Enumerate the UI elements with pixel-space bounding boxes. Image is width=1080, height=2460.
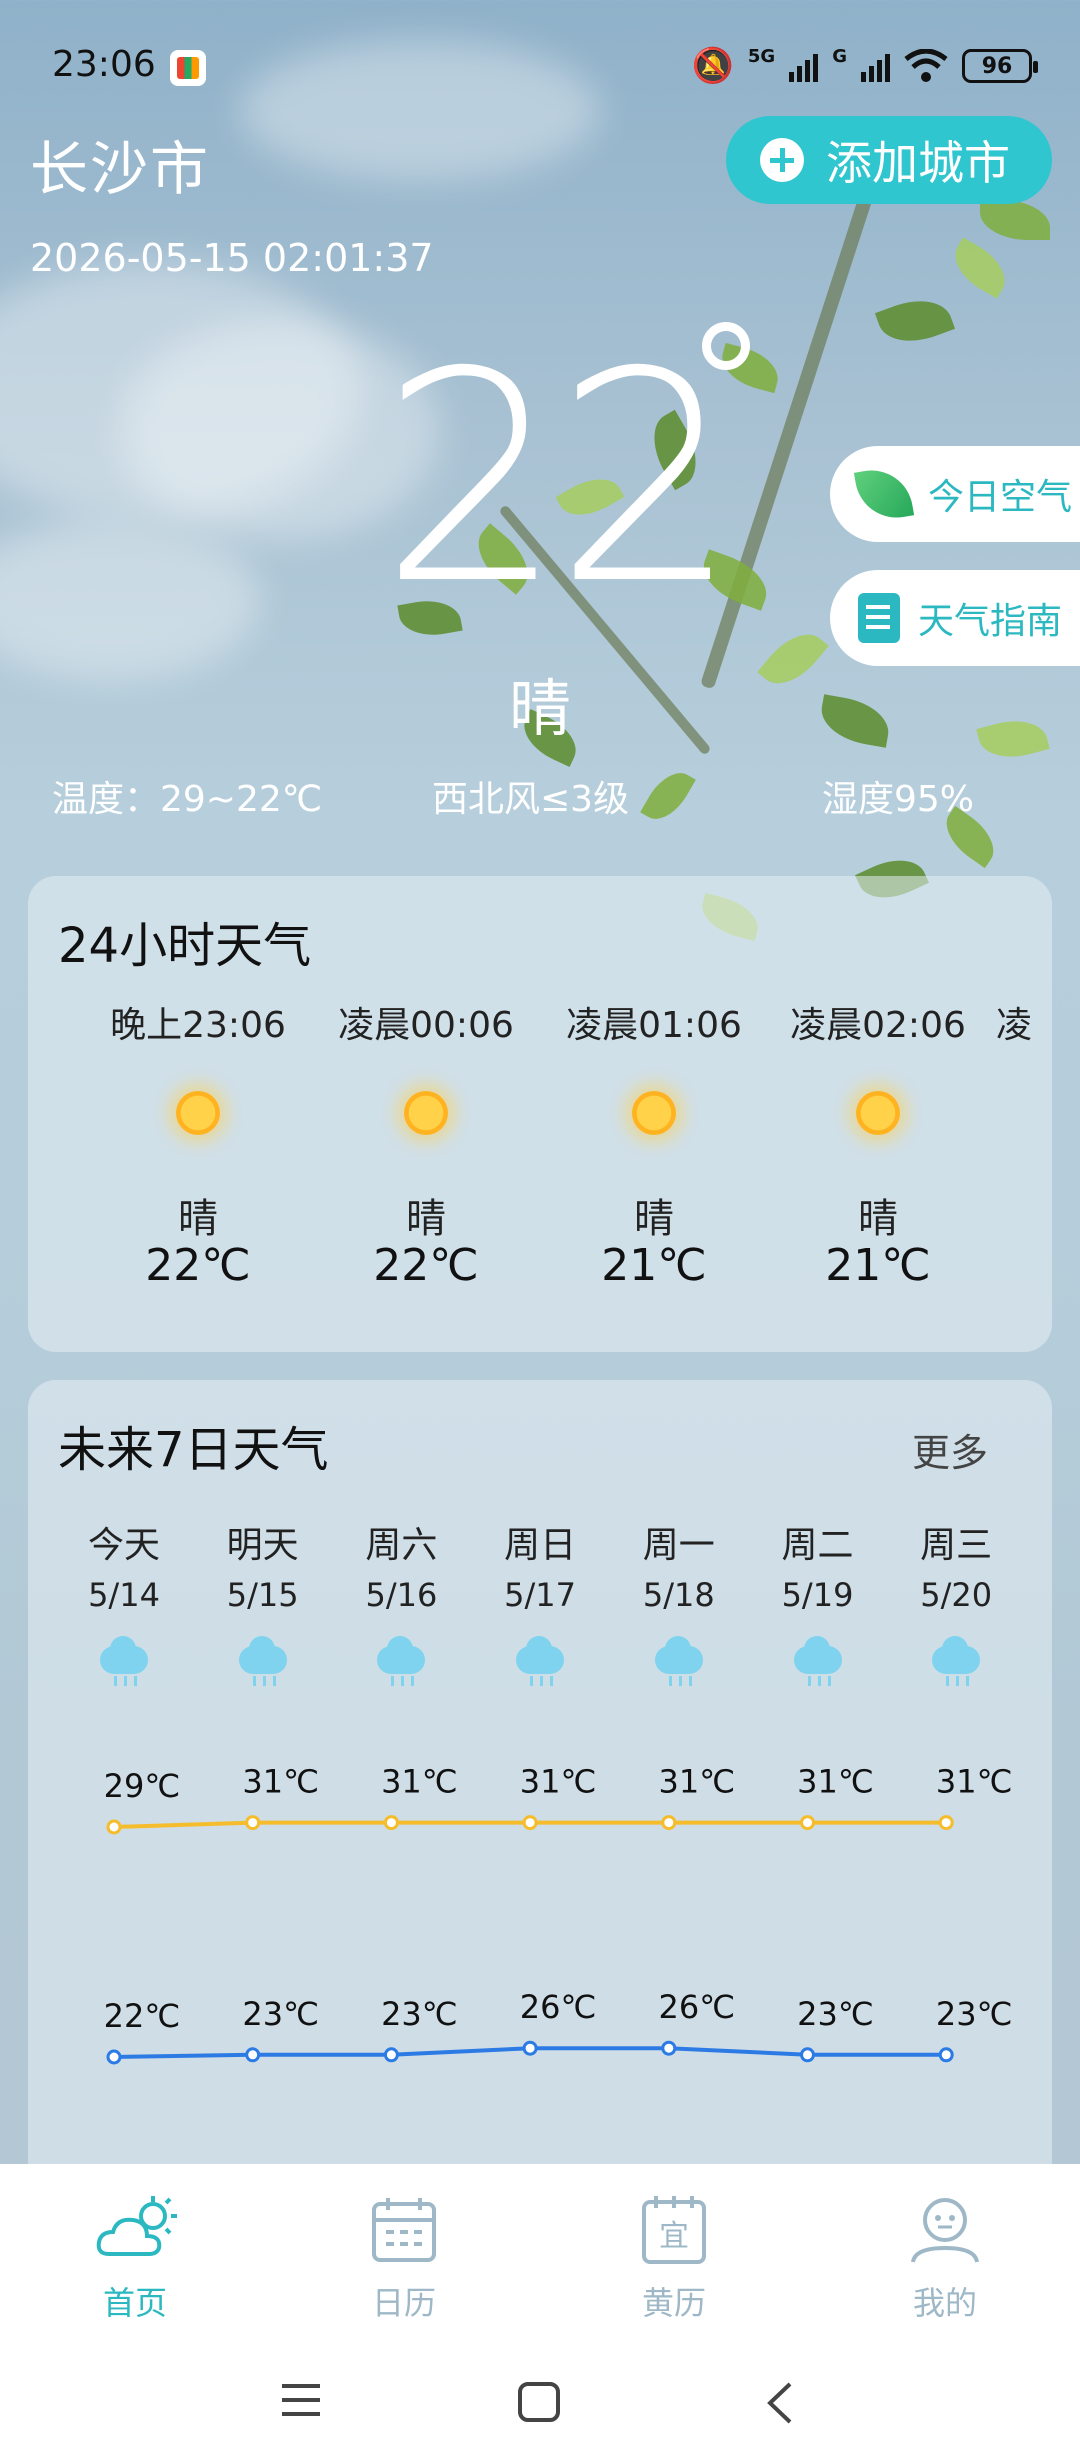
low-temp-point — [522, 2040, 538, 2056]
low-temp-point — [938, 2047, 954, 2063]
low-temp-label: 22℃ — [104, 1997, 181, 2035]
hour-time: 凌晨02:06 — [790, 1005, 966, 1046]
low-temp-point — [800, 2047, 815, 2063]
sun-icon — [632, 1091, 676, 1135]
hour-time: 凌晨01:06 — [566, 1005, 742, 1046]
guide-document-icon — [858, 593, 900, 643]
low-temp-label: 26℃ — [658, 1988, 735, 2026]
hour-time: 晚上23:06 — [110, 1005, 286, 1046]
sun-icon — [176, 1091, 220, 1135]
hour-condition: 晴 — [634, 1196, 674, 1242]
current-temperature: 22 — [380, 311, 739, 648]
degree-symbol — [702, 322, 750, 370]
high-temp-point — [800, 1815, 815, 1831]
current-condition: 晴 — [508, 672, 571, 745]
tab-calendar[interactable]: 日历 — [304, 2194, 504, 2324]
low-temp-point — [245, 2047, 261, 2063]
hour-temperature: 21℃ — [601, 1240, 707, 1291]
tab-home[interactable]: 首页 — [35, 2194, 235, 2324]
humidity-info: 湿度95% — [822, 779, 975, 820]
high-temp-point — [383, 1815, 399, 1831]
add-city-button[interactable]: 添加城市 — [726, 116, 1052, 204]
hour-condition: 晴 — [858, 1196, 898, 1242]
low-temp-point — [383, 2047, 399, 2063]
mute-bell-icon: 🔕 — [691, 46, 734, 86]
add-city-label: 添加城市 — [826, 136, 1010, 190]
cloud-sun-icon — [95, 2194, 177, 2266]
leaf-icon — [853, 463, 915, 525]
hourly-forecast-card[interactable]: 24小时天气 晚上23:06 晴 22℃ 凌晨00:06 晴 22℃ 凌晨01:… — [28, 876, 1052, 1352]
hour-condition: 晴 — [178, 1196, 218, 1242]
battery-level: 96 — [981, 53, 1013, 79]
today-air-button[interactable]: 今日空气 — [830, 446, 1080, 542]
sun-icon — [856, 1091, 900, 1135]
status-time: 23:06 — [52, 44, 156, 85]
system-nav-bar — [0, 2330, 1080, 2460]
low-temp-label: 23℃ — [936, 1995, 1013, 2033]
wind-info: 西北风≤3级 — [432, 779, 630, 820]
network-label-1: 5G — [747, 46, 776, 67]
high-temp-label: 31℃ — [520, 1763, 597, 1801]
almanac-glyph: 宜 — [659, 2219, 689, 2254]
high-temp-label: 31℃ — [242, 1763, 319, 1801]
weather-guide-button[interactable]: 天气指南 — [830, 570, 1080, 666]
hour-time: 凌晨00:06 — [338, 1005, 514, 1046]
app-notification-icon — [170, 50, 206, 86]
high-temp-point — [245, 1815, 261, 1831]
current-stats: 温度：29~22℃ 西北风≤3级 湿度95% — [0, 770, 1080, 830]
low-temp-label: 23℃ — [242, 1995, 319, 2033]
status-indicators: 🔕 5G G 96 — [691, 46, 1038, 86]
calendar-icon — [364, 2194, 444, 2266]
low-temp-label: 26℃ — [520, 1988, 597, 2026]
plus-icon — [760, 138, 804, 182]
low-temp-label: 23℃ — [797, 1995, 874, 2033]
low-temp-label: 23℃ — [381, 1995, 458, 2033]
hourly-title: 24小时天气 — [58, 918, 312, 974]
weather-guide-label: 天气指南 — [918, 601, 1063, 642]
tab-home-label: 首页 — [102, 2284, 167, 2322]
high-temp-label: 29℃ — [104, 1767, 181, 1805]
menu-icon[interactable] — [278, 2380, 324, 2420]
temperature-chart: 29℃ 31℃ 31℃ 31℃ 31℃ 31℃ 31℃ 22℃ 23℃ 23℃ 26℃ 26℃ 23℃ 2… — [104, 1763, 1013, 2065]
today-air-label: 今日空气 — [928, 477, 1073, 518]
high-temp-point — [938, 1815, 954, 1831]
high-temp-label: 31℃ — [936, 1763, 1013, 1801]
sun-icon — [404, 1091, 448, 1135]
tab-almanac[interactable]: 宜 黄历 — [574, 2194, 774, 2324]
temp-range: 温度：29~22℃ — [52, 779, 323, 820]
back-icon[interactable] — [760, 2380, 800, 2426]
city-name: 长沙市 — [30, 135, 211, 203]
high-temp-point — [661, 1815, 677, 1831]
profile-icon — [905, 2194, 985, 2266]
wifi-icon — [904, 49, 948, 82]
network-label-2: G — [832, 46, 847, 67]
hour-temperature: 22℃ — [373, 1240, 479, 1291]
signal-icon-2 — [861, 50, 890, 82]
update-datetime: 2026-05-15 02:01:37 — [30, 236, 434, 280]
tab-calendar-label: 日历 — [371, 2284, 436, 2322]
low-temp-point — [106, 2049, 122, 2065]
high-temp-point — [106, 1819, 122, 1835]
almanac-icon: 宜 — [634, 2194, 714, 2266]
tab-profile-label: 我的 — [912, 2284, 977, 2322]
high-temp-label: 31℃ — [381, 1763, 458, 1801]
hour-temperature: 22℃ — [145, 1240, 251, 1291]
high-temp-label: 31℃ — [658, 1763, 735, 1801]
status-bar: 23:06 🔕 5G G 96 — [0, 0, 1080, 130]
tab-almanac-label: 黄历 — [641, 2284, 706, 2322]
high-temp-point — [522, 1815, 538, 1831]
low-temp-point — [661, 2040, 677, 2056]
hour-temperature: 21℃ — [825, 1240, 931, 1291]
hour-time: 凌 — [996, 1005, 1033, 1046]
home-square-icon[interactable] — [516, 2380, 562, 2422]
high-temp-label: 31℃ — [797, 1763, 874, 1801]
tab-profile[interactable]: 我的 — [845, 2194, 1045, 2324]
battery-icon: 96 — [962, 49, 1038, 83]
hour-condition: 晴 — [406, 1196, 446, 1242]
signal-icon — [789, 50, 819, 82]
